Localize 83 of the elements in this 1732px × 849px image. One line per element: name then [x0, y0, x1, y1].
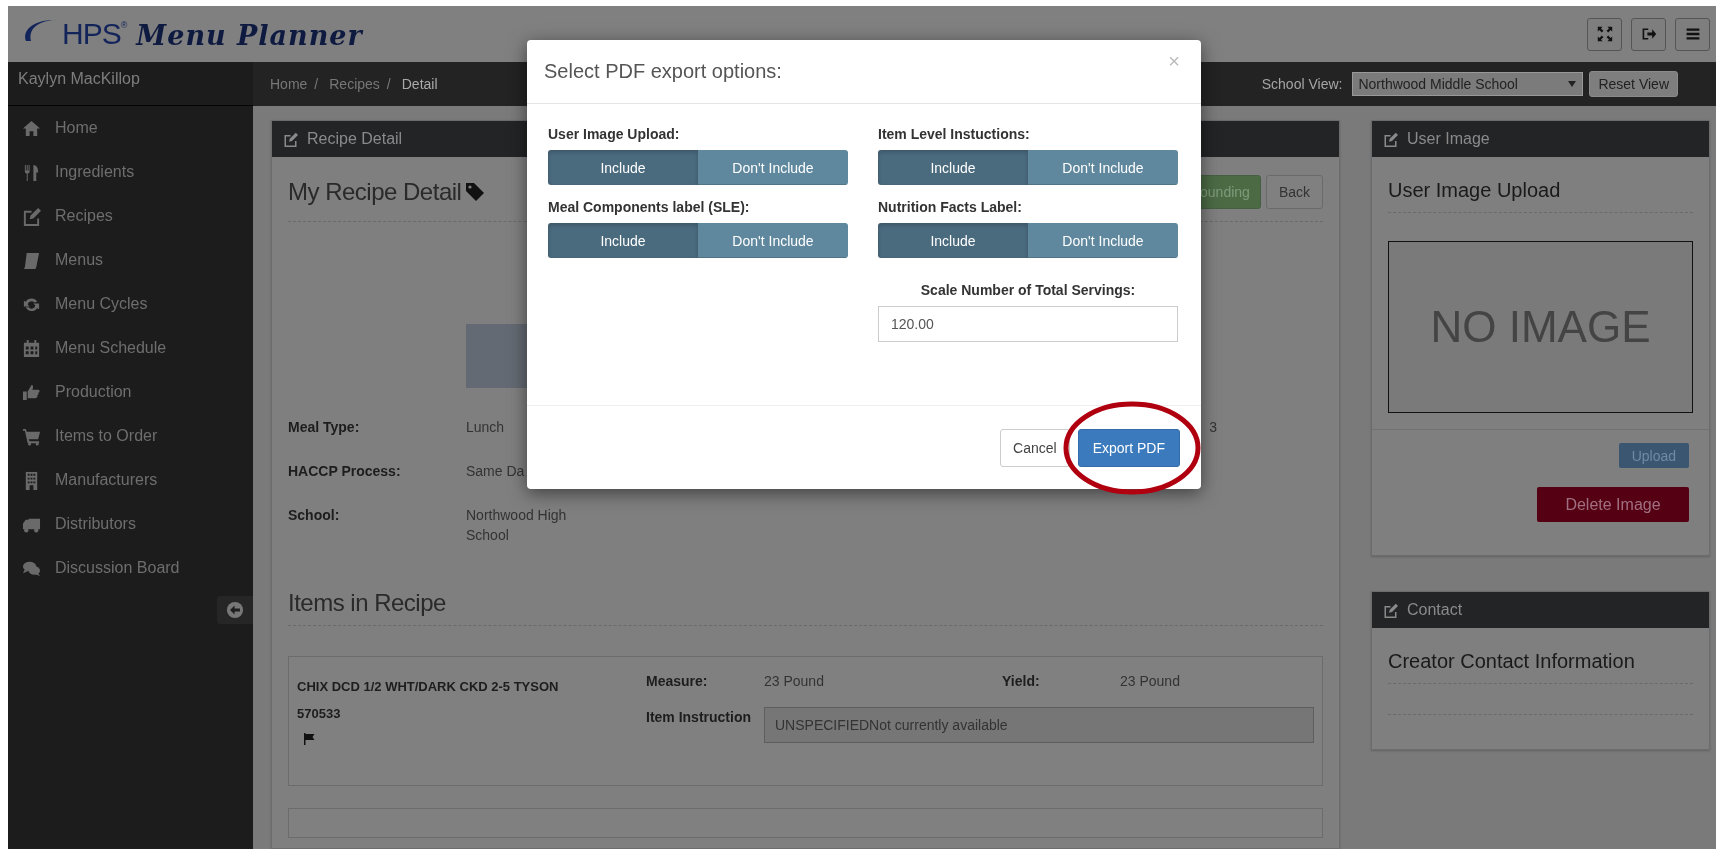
field-label: Measure: [646, 673, 709, 691]
toggle-option[interactable]: Include [878, 223, 1028, 258]
sidebar-item[interactable]: Home [8, 106, 253, 150]
field-label: Item Instruction [646, 708, 752, 727]
detail-value: Lunch [466, 418, 506, 437]
field-value: 23 Pound [764, 673, 825, 691]
detail-value: Northwood High School [466, 506, 568, 545]
detail-label: HACCP Process: [288, 462, 402, 481]
logo-title: Menu Planner [136, 20, 363, 51]
breadcrumb-link[interactable]: Recipes [329, 76, 380, 92]
option-label: Meal Components label (SLE): [548, 199, 751, 215]
breadcrumb-separator: / [314, 76, 319, 92]
reset-view-button[interactable]: Reset View [1589, 71, 1678, 97]
panel-header: Contact [1372, 592, 1709, 628]
sign-out-button[interactable] [1631, 17, 1666, 51]
sidebar-item[interactable]: Manufacturers [8, 458, 253, 502]
edit-icon [283, 131, 298, 147]
toggle-option[interactable]: Include [878, 150, 1028, 185]
menu-button[interactable] [1675, 17, 1710, 51]
section-heading: Items in Recipe [288, 589, 1323, 626]
cart-icon [22, 426, 41, 446]
arrow-left-icon [226, 601, 244, 619]
panel-header: User Image [1372, 121, 1709, 157]
toggle-option[interactable]: Include [548, 223, 698, 258]
home-icon [22, 118, 41, 138]
option-label: Item Level Instuctions: [878, 126, 1031, 142]
sidebar-item[interactable]: Discussion Board [8, 546, 253, 590]
menu-icon [1684, 26, 1701, 42]
toggle-option[interactable]: Include [548, 150, 698, 185]
calendar-icon [22, 338, 41, 358]
caret-icon [1568, 81, 1577, 87]
detail-value: Same Da [466, 462, 526, 481]
sidebar-item[interactable]: Menu Schedule [8, 326, 253, 370]
book-icon [22, 250, 41, 270]
sidebar-item[interactable]: Distributors [8, 502, 253, 546]
logo-brand: HPS$^{®}$ [62, 17, 127, 51]
detail-label: School: [288, 506, 341, 525]
sidebar-item[interactable]: Menu Cycles [8, 282, 253, 326]
expand-icon [1596, 26, 1613, 42]
edit-icon [1383, 131, 1398, 147]
page-heading: My Recipe Detail [288, 178, 462, 206]
edit-icon [22, 206, 41, 226]
field-value: 23 Pound [1120, 673, 1181, 691]
cancel-button[interactable]: Cancel [1000, 428, 1070, 467]
servings-input[interactable]: 120.00 [878, 306, 1178, 342]
dialog-title: Select PDF export options: [544, 60, 782, 83]
sidebar-item[interactable]: Production [8, 370, 253, 414]
export-pdf-button[interactable]: Export PDF [1077, 428, 1180, 467]
breadcrumb-link[interactable]: Home [270, 76, 308, 92]
sign-out-icon [1640, 26, 1657, 42]
breadcrumb-link[interactable]: Detail [401, 76, 438, 92]
school-view-label: School View: [1261, 76, 1343, 92]
toggle-option[interactable]: Don't Include [1028, 150, 1178, 185]
sidebar-item[interactable]: Ingredients [8, 150, 253, 194]
delete-image-button[interactable]: Delete Image [1537, 487, 1689, 522]
toggle-option[interactable]: Don't Include [698, 223, 848, 258]
instruction-field[interactable]: UNSPECIFIEDNot currently available [764, 707, 1314, 743]
option-label: Nutrition Facts Label: [878, 199, 1023, 215]
toggle-option[interactable]: Don't Include [698, 150, 848, 185]
utensils-icon [22, 162, 41, 182]
sidebar-item[interactable]: Menus [8, 238, 253, 282]
collapse-button[interactable] [217, 596, 253, 624]
detail-value: 3 [1209, 418, 1218, 437]
item-code: 570533 [297, 705, 342, 723]
panel-heading: Creator Contact Information [1388, 628, 1693, 684]
option-label: User Image Upload: [548, 126, 681, 142]
item-name: CHIX DCD 1/2 WHT/DARK CKD 2-5 TYSON [297, 678, 560, 696]
detail-label: Meal Type: [288, 418, 361, 437]
edit-icon [1383, 602, 1398, 618]
sidebar-item[interactable]: Items to Order [8, 414, 253, 458]
back-button[interactable]: Back [1265, 175, 1323, 209]
tag-icon [465, 182, 486, 202]
toggle-option[interactable]: Don't Include [1028, 223, 1178, 258]
school-select[interactable]: Northwood Middle School [1352, 72, 1584, 96]
panel-heading: User Image Upload [1388, 157, 1693, 213]
fullscreen-button[interactable] [1587, 17, 1622, 51]
sidebar-item[interactable]: Recipes [8, 194, 253, 238]
field-label: Yield: [1002, 673, 1041, 691]
servings-label: Scale Number of Total Servings: [919, 282, 1137, 298]
thumbs-up-icon [22, 382, 41, 402]
flag-icon [303, 733, 315, 745]
close-button[interactable]: × [1164, 50, 1184, 73]
breadcrumb-separator: / [386, 76, 391, 92]
